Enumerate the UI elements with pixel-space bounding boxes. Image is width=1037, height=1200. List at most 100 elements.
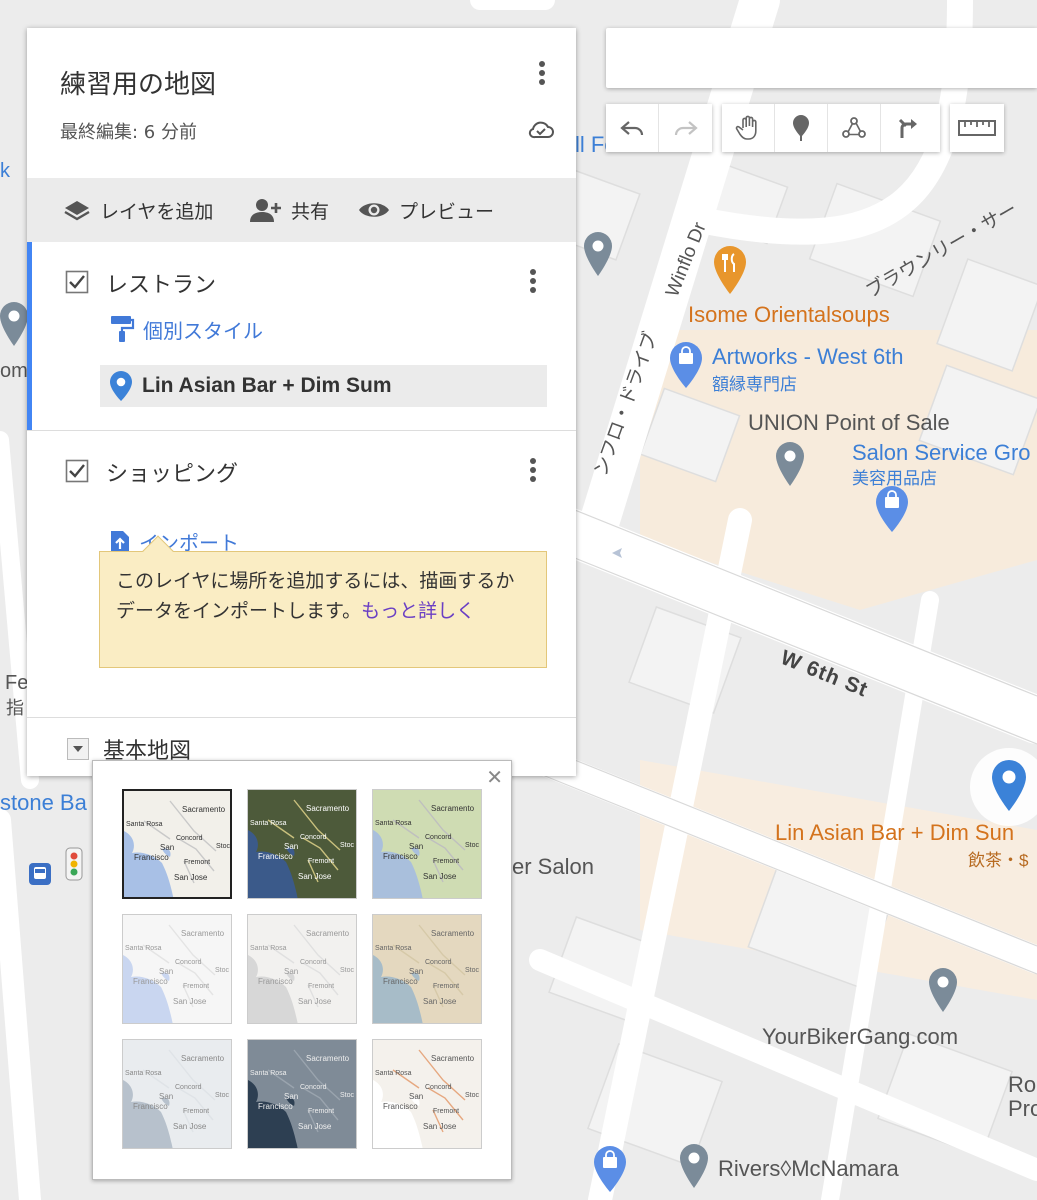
thumb-label-san-jose: San Jose <box>423 997 457 1006</box>
thumb-label-concord: Concord <box>300 959 327 966</box>
layer-visibility-checkbox[interactable] <box>65 459 89 483</box>
layer-options-menu-button[interactable] <box>523 266 543 298</box>
restaurant-pin-icon[interactable] <box>712 244 748 300</box>
thumb-label-francisco: Francisco <box>383 852 418 861</box>
bus-stop-icon[interactable] <box>28 862 52 886</box>
thumb-label-san-jose: San Jose <box>298 872 332 881</box>
layer-name[interactable]: ショッピング <box>106 456 238 488</box>
select-tool-button[interactable] <box>722 104 775 152</box>
layer-name[interactable]: レストラン <box>106 267 216 299</box>
basemap-thumb-map[interactable]: Sacramento Santa Rosa Concord San Stoc Franci… <box>122 789 232 899</box>
one-way-arrow-icon <box>612 548 622 558</box>
dot-icon <box>530 287 536 293</box>
dot-icon <box>539 79 545 85</box>
thumb-label-san: San <box>409 1092 424 1101</box>
empty-layer-tooltip: このレイヤに場所を追加するには、描画するかデータをインポートします。もっと詳しく <box>99 535 547 668</box>
basemap-thumb-mono-city[interactable]: Sacramento Santa Rosa Concord San Stoc Franci… <box>247 914 357 1024</box>
layer-visibility-checkbox[interactable] <box>65 270 89 294</box>
thumb-label-concord: Concord <box>425 834 452 841</box>
thumb-label-san-jose: San Jose <box>298 1122 332 1131</box>
poi-label-isome[interactable]: Isome Orientalsoups <box>688 302 890 328</box>
gray-pin-icon[interactable] <box>582 230 614 282</box>
layer-options-menu-button[interactable] <box>523 455 543 487</box>
measure-button[interactable] <box>950 104 1003 152</box>
poi-label-stone[interactable]: stone Ba <box>0 790 87 816</box>
thumb-label-francisco: Francisco <box>258 1102 293 1111</box>
thumb-label-fremont: Fremont <box>433 858 460 865</box>
close-icon[interactable]: ✕ <box>486 765 503 789</box>
selected-place-pin-icon[interactable] <box>990 758 1028 814</box>
poi-label-k[interactable]: k <box>0 160 10 183</box>
poi-label-yourbiker[interactable]: YourBikerGang.com <box>762 1024 958 1050</box>
dot-icon <box>530 467 536 473</box>
gray-pin-icon[interactable] <box>678 1142 710 1194</box>
basemap-thumb-dark-landmass[interactable]: Sacramento Santa Rosa Concord San Stoc Franci… <box>247 1039 357 1149</box>
thumb-label-san: San <box>159 1092 174 1101</box>
basemap-thumb-whitewater[interactable]: Sacramento Santa Rosa Concord San Stoc Franci… <box>372 1039 482 1149</box>
share-button[interactable]: 共有 <box>249 178 329 242</box>
hand-icon <box>735 115 757 140</box>
place-item-lin-asian-bar[interactable]: Lin Asian Bar + Dim Sum <box>100 365 547 407</box>
thumb-label-san-jose: San Jose <box>423 872 457 881</box>
layer-divider <box>27 717 576 718</box>
thumb-label-francisco: Francisco <box>134 853 169 862</box>
learn-more-link[interactable]: もっと詳しく <box>361 600 475 622</box>
share-label: 共有 <box>291 200 330 223</box>
map-options-menu-button[interactable] <box>532 58 552 90</box>
thumb-label-santa-rosa: Santa Rosa <box>250 945 287 952</box>
basemap-thumb-satellite[interactable]: Sacramento Santa Rosa Concord San Stoc Franci… <box>247 789 357 899</box>
layers-icon <box>64 201 90 221</box>
paint-roller-icon <box>111 316 135 342</box>
add-layer-button[interactable]: レイヤを追加 <box>62 178 213 242</box>
basemap-thumb-light-political[interactable]: Sacramento Santa Rosa Concord San Stoc Franci… <box>122 914 232 1024</box>
thumb-label-stockton: Stoc <box>215 967 230 974</box>
gray-pin-icon[interactable] <box>774 440 806 492</box>
poi-label-om[interactable]: om <box>0 360 28 383</box>
add-person-icon <box>250 199 281 222</box>
shopping-pin-icon[interactable] <box>592 1144 628 1196</box>
place-name: Lin Asian Bar + Dim Sum <box>142 374 392 397</box>
poi-label-ro[interactable]: Ro <box>1008 1072 1036 1098</box>
ruler-icon <box>957 120 996 136</box>
thumb-label-sacramento: Sacramento <box>181 929 225 938</box>
gray-pin-icon[interactable] <box>927 966 959 1018</box>
basemap-thumb-light-landmass[interactable]: Sacramento Santa Rosa Concord San Stoc Franci… <box>122 1039 232 1149</box>
thumb-label-concord: Concord <box>425 959 452 966</box>
draw-line-button[interactable] <box>828 104 881 152</box>
thumb-label-fremont: Fremont <box>433 1108 460 1115</box>
preview-button[interactable]: プレビュー <box>357 178 494 242</box>
poi-label-pro[interactable]: Pro <box>1008 1096 1037 1122</box>
thumb-label-santa-rosa: Santa Rosa <box>375 945 412 952</box>
thumb-label-francisco: Francisco <box>258 977 293 986</box>
dot-icon <box>530 278 536 284</box>
basemap-thumb-simple-atlas[interactable]: Sacramento Santa Rosa Concord San Stoc Franci… <box>372 914 482 1024</box>
dot-icon <box>530 269 536 275</box>
thumb-label-concord: Concord <box>300 1084 327 1091</box>
map-title[interactable]: 練習用の地図 <box>60 64 216 101</box>
poi-label-salon-service[interactable]: Salon Service Gro <box>852 440 1031 466</box>
action-bar: レイヤを追加 共有 プレビュー <box>27 178 576 242</box>
poi-label-union[interactable]: UNION Point of Sale <box>748 410 950 436</box>
shopping-pin-icon[interactable] <box>668 340 704 392</box>
add-marker-button[interactable] <box>775 104 828 152</box>
thumb-label-fremont: Fremont <box>183 983 210 990</box>
poi-label-artworks[interactable]: Artworks - West 6th <box>712 344 904 370</box>
poi-label-rivers[interactable]: Rivers◊McNamara <box>718 1156 899 1182</box>
drawing-toolbar <box>722 104 940 152</box>
gray-pin-icon[interactable] <box>0 300 30 352</box>
thumb-label-sacramento: Sacramento <box>306 1054 350 1063</box>
shopping-pin-icon[interactable] <box>874 484 910 536</box>
undo-button[interactable] <box>606 104 659 152</box>
poi-label-fe[interactable]: Fe <box>5 672 28 695</box>
thumb-label-san-jose: San Jose <box>298 997 332 1006</box>
thumb-label-fremont: Fremont <box>183 1108 210 1115</box>
poi-label-lin[interactable]: Lin Asian Bar + Dim Sun <box>775 820 1014 846</box>
poi-label-salon[interactable]: er Salon <box>512 854 594 880</box>
add-directions-button[interactable] <box>881 104 934 152</box>
thumb-label-fremont: Fremont <box>433 983 460 990</box>
search-box[interactable] <box>606 28 1037 88</box>
basemap-dropdown-button[interactable] <box>67 738 89 760</box>
redo-button[interactable] <box>659 104 712 152</box>
individual-style-link[interactable]: 個別スタイル <box>109 314 263 344</box>
basemap-thumb-terrain[interactable]: Sacramento Santa Rosa Concord San Stoc Franci… <box>372 789 482 899</box>
